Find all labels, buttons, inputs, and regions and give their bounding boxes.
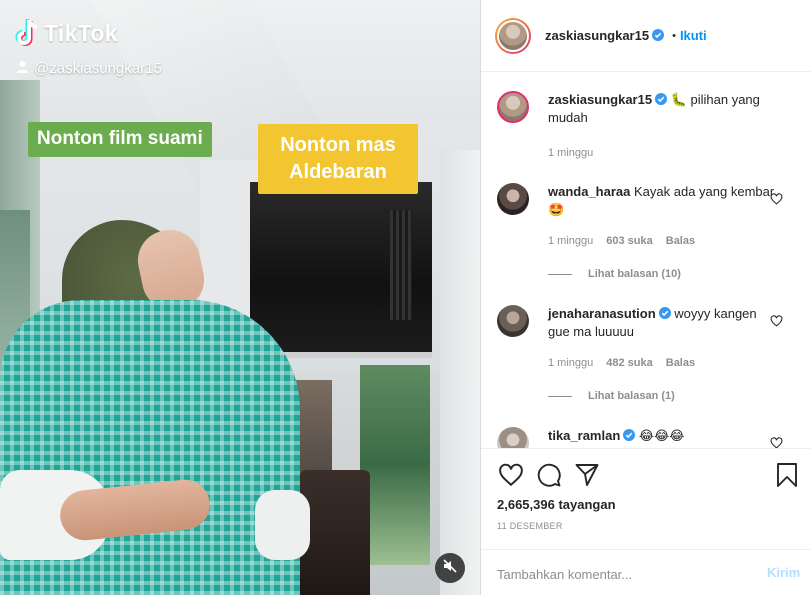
header-username[interactable]: zaskiasungkar15 (545, 28, 665, 43)
post-header: zaskiasungkar15 • Ikuti (481, 0, 811, 72)
comment-icon[interactable] (535, 461, 563, 489)
action-icons-row (495, 461, 799, 489)
caption-time: 1 minggu (548, 147, 594, 159)
view-replies-button[interactable]: Lihat balasan (10) (548, 268, 681, 280)
post-date: 11 DESEMBER (497, 521, 563, 531)
view-replies-button[interactable]: Lihat balasan (1) (548, 390, 675, 402)
heart-icon[interactable] (497, 461, 525, 489)
list-item: wanda_haraa Kayak ada yang kembar 🤩 1 mi… (497, 183, 797, 293)
tiktok-username-text: @zaskiasungkar15 (34, 60, 162, 77)
caption-username[interactable]: zaskiasungkar15 (548, 92, 652, 107)
verified-icon (652, 29, 665, 41)
comment-time: 1 minggu (548, 235, 594, 247)
tiktok-brand: TikTok (44, 19, 118, 46)
header-separator: • (672, 29, 676, 42)
avatar[interactable] (497, 183, 529, 215)
view-replies-label: Lihat balasan (1) (588, 390, 675, 402)
comment-time: 1 minggu (548, 357, 594, 369)
scene-speaker (390, 210, 412, 320)
comment-body: 😂😂😂 (638, 428, 685, 443)
comments-list[interactable]: zaskiasungkar15 🐛 pilihan yang mudah 1 m… (481, 73, 811, 448)
comment-username[interactable]: wanda_haraa (548, 184, 630, 199)
like-heart-icon[interactable] (770, 437, 783, 448)
comment-likes[interactable]: 482 suka (606, 357, 652, 369)
view-replies-label: Lihat balasan (10) (588, 268, 681, 280)
avatar[interactable] (497, 427, 529, 448)
comment-meta: 1 minggu 603 suka Balas (548, 235, 695, 247)
reply-button[interactable]: Balas (666, 235, 695, 247)
comment-username[interactable]: tika_ramlan (548, 428, 620, 443)
person-sleeve-right (255, 490, 310, 560)
video-player[interactable]: TikTok @zaskiasungkar15 Nonton film suam… (0, 0, 480, 595)
share-icon[interactable] (573, 461, 601, 489)
view-count[interactable]: 2,665,396 tayangan (497, 497, 616, 512)
reply-button[interactable]: Balas (666, 357, 695, 369)
bookmark-icon[interactable] (773, 461, 801, 489)
list-item: jenaharanasution woyyy kangen gue ma luu… (497, 305, 797, 415)
verified-icon (658, 307, 671, 319)
caption-meta: 1 minggu (548, 147, 593, 159)
scene-plants (360, 365, 430, 565)
mute-button[interactable] (435, 553, 465, 583)
post-panel: zaskiasungkar15 • Ikuti zaskiasungkar15 … (480, 0, 811, 595)
post-caption: zaskiasungkar15 🐛 pilihan yang mudah 1 m… (497, 91, 797, 161)
verified-icon (655, 93, 668, 105)
caption-label-right: Nonton mas Aldebaran (258, 124, 418, 194)
avatar[interactable] (497, 305, 529, 337)
list-item: tika_ramlan 😂😂😂 (497, 427, 797, 448)
comment-meta: 1 minggu 482 suka Balas (548, 357, 695, 369)
like-heart-icon[interactable] (770, 315, 783, 327)
tiktok-note-icon (14, 18, 40, 48)
tiktok-username: @zaskiasungkar15 (16, 60, 162, 77)
comment-input[interactable] (497, 564, 737, 584)
avatar[interactable] (495, 17, 531, 54)
comment-text: jenaharanasution woyyy kangen gue ma luu… (548, 305, 778, 341)
add-comment-bar: Kirim (481, 549, 811, 595)
like-heart-icon[interactable] (770, 193, 783, 205)
follow-button[interactable]: Ikuti (680, 28, 707, 43)
post-actions: 2,665,396 tayangan 11 DESEMBER Kirim (481, 448, 811, 595)
user-icon (16, 60, 29, 77)
caption-text: zaskiasungkar15 🐛 pilihan yang mudah (548, 91, 778, 127)
scene-chair (300, 470, 370, 595)
verified-icon (623, 429, 636, 441)
speaker-muted-icon (443, 558, 457, 578)
comment-likes[interactable]: 603 suka (606, 235, 652, 247)
scene-column (440, 150, 480, 595)
comment-text: tika_ramlan 😂😂😂 (548, 427, 778, 445)
caption-label-left: Nonton film suami (28, 122, 212, 157)
tiktok-watermark: TikTok (14, 18, 118, 48)
replies-divider (548, 273, 572, 275)
replies-divider (548, 395, 572, 397)
post-comment-button[interactable]: Kirim (767, 565, 800, 580)
comment-text: wanda_haraa Kayak ada yang kembar 🤩 (548, 183, 778, 219)
comment-username[interactable]: jenaharanasution (548, 306, 656, 321)
avatar[interactable] (497, 91, 529, 123)
